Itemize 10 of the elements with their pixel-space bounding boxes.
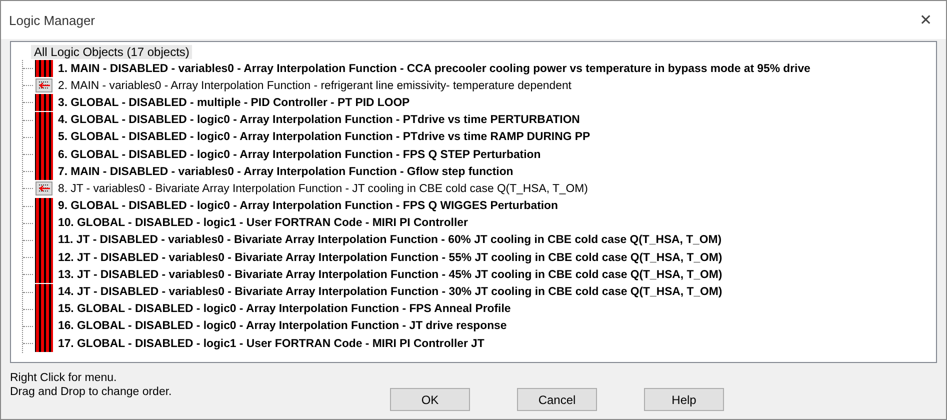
window-title: Logic Manager <box>9 12 95 28</box>
logic-item[interactable]: 8. JT - variables0 - Bivariate Array Interpolation Function - JT cooling in CBE cold case Q(T_HSA, T_OM) <box>58 180 588 197</box>
close-button[interactable]: ✕ <box>906 5 946 35</box>
hint-text: Drag and Drop to change order. <box>10 385 173 399</box>
logic-item[interactable]: 2. MAIN - variables0 - Array Interpolation Function - refrigerant line emissivity- temperature dependent <box>58 78 572 94</box>
dialog-button[interactable]: Cancel <box>517 388 597 411</box>
hint-text: Right Click for menu. <box>10 371 118 385</box>
tree-root[interactable]: All Logic Objects (17 objects) <box>31 45 192 59</box>
dialog-button[interactable]: Help <box>644 388 724 411</box>
dialog-button[interactable]: OK <box>390 388 470 411</box>
